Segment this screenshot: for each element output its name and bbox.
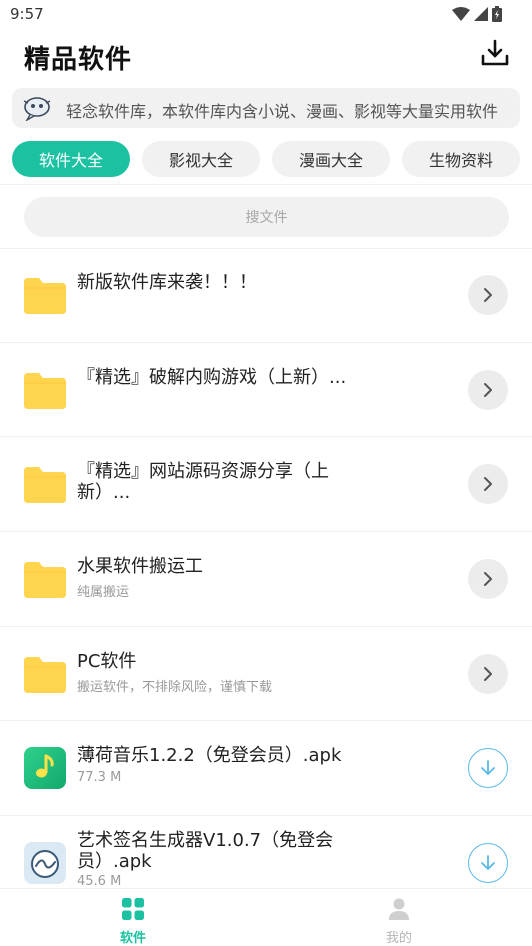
item-title: 薄荷音乐1.2.2（免登会员）.apk: [77, 745, 342, 767]
battery-icon: [492, 6, 502, 22]
folder-icon: [24, 656, 66, 693]
list-item[interactable]: 艺术签名生成器V1.0.7（免登会员）.apk 45.6 M: [0, 816, 532, 888]
notice-text: 轻念软件库，本软件库内含小说、漫画、影视等大量实用软件: [66, 102, 499, 121]
folder-icon: [24, 372, 66, 409]
chevron-right-icon: [484, 572, 492, 587]
nav-profile[interactable]: 我的: [359, 897, 439, 946]
tab-comics[interactable]: 漫画大全: [272, 141, 390, 177]
signal-icon: [474, 7, 488, 21]
download-button[interactable]: [468, 748, 508, 789]
tab-biology[interactable]: 生物资料: [402, 141, 520, 177]
announcement-icon: [23, 97, 51, 121]
wifi-icon: [452, 7, 470, 21]
chevron-right-icon: [484, 666, 492, 681]
divider: [0, 184, 532, 185]
list-item[interactable]: 薄荷音乐1.2.2（免登会员）.apk 77.3 M: [0, 721, 532, 817]
chevron-right-icon: [484, 477, 492, 492]
item-title: 艺术签名生成器V1.0.7（免登会员）.apk: [77, 830, 334, 873]
download-icon: [481, 39, 509, 66]
tab-video[interactable]: 影视大全: [142, 141, 260, 177]
file-list: 新版软件库来袭！！！ 『精选』破解内购游戏（上新）... 『精选』网站源码资源分…: [0, 248, 532, 888]
app-header: 精品软件: [0, 30, 532, 82]
bottom-nav: 软件 我的: [0, 888, 532, 946]
item-title: PC软件: [77, 650, 137, 672]
nav-profile-label: 我的: [385, 931, 412, 946]
item-title: 『精选』网站源码资源分享（上新）...: [77, 461, 329, 504]
folder-icon: [24, 278, 66, 314]
status-bar: 9:57: [0, 0, 532, 30]
item-title: 水果软件搬运工: [77, 556, 203, 578]
folder-icon: [24, 467, 66, 504]
notice-banner[interactable]: 轻念软件库，本软件库内含小说、漫画、影视等大量实用软件: [12, 88, 520, 128]
grid-icon: [122, 898, 144, 920]
status-icons: [452, 6, 502, 22]
list-item[interactable]: 水果软件搬运工 纯属搬运: [0, 532, 532, 627]
status-time: 9:57: [10, 5, 44, 23]
list-item[interactable]: 『精选』破解内购游戏（上新）...: [0, 343, 532, 438]
list-item[interactable]: PC软件 搬运软件，不排除风险，谨慎下载: [0, 627, 532, 722]
nav-software-label: 软件: [119, 931, 146, 946]
nav-software[interactable]: 软件: [93, 897, 173, 946]
signature-app-icon: [24, 842, 66, 885]
list-item[interactable]: 『精选』网站源码资源分享（上新）...: [0, 437, 532, 533]
open-folder-button[interactable]: [468, 275, 508, 315]
download-manager-button[interactable]: [480, 38, 510, 68]
page-title: 精品软件: [24, 45, 133, 75]
list-item[interactable]: 新版软件库来袭！！！: [0, 248, 532, 343]
open-folder-button[interactable]: [468, 653, 508, 694]
download-button[interactable]: [468, 843, 508, 884]
category-tabs: 软件大全 影视大全 漫画大全 生物资料: [12, 141, 532, 177]
item-title: 『精选』破解内购游戏（上新）...: [77, 366, 347, 388]
search-input[interactable]: 搜文件: [24, 197, 509, 237]
open-folder-button[interactable]: [468, 559, 508, 600]
chevron-right-icon: [484, 288, 492, 302]
open-folder-button[interactable]: [468, 369, 508, 410]
user-icon: [389, 898, 409, 920]
folder-icon: [24, 562, 66, 599]
chevron-right-icon: [484, 382, 492, 397]
arrow-down-icon: [481, 855, 495, 871]
item-subtitle: 搬运软件，不排除风险，谨慎下载: [77, 679, 273, 695]
arrow-down-icon: [481, 760, 495, 776]
tab-software[interactable]: 软件大全: [12, 141, 130, 177]
open-folder-button[interactable]: [468, 464, 508, 505]
item-size: 45.6 M: [77, 874, 122, 888]
item-title: 新版软件库来袭！！！: [77, 272, 257, 293]
item-size: 77.3 M: [77, 770, 122, 786]
item-subtitle: 纯属搬运: [77, 585, 130, 601]
music-app-icon: [24, 747, 66, 790]
